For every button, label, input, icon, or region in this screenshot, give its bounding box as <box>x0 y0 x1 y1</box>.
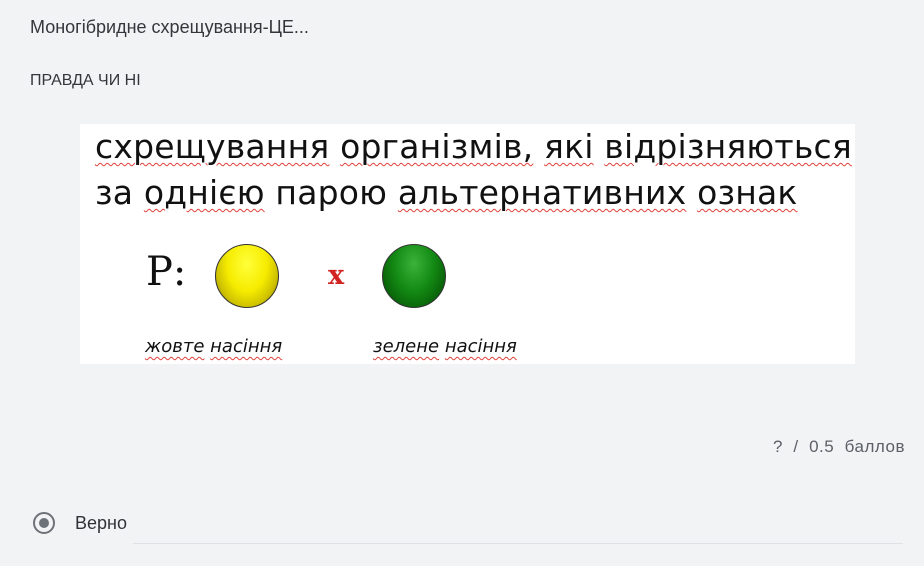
definition-line-2: за однією парою альтернативних ознак <box>95 170 852 216</box>
definition-line-1: схрещування організмів, які відрізняютьс… <box>95 124 852 170</box>
points-display: ? / 0.5 баллов <box>773 437 905 457</box>
points-earned: ? <box>772 437 783 456</box>
radio-selected-dot <box>39 518 49 528</box>
definition-word: відрізняються <box>604 127 852 166</box>
green-seed-icon <box>382 244 446 308</box>
definition-word: організмів, <box>340 127 534 166</box>
radio-button[interactable] <box>33 512 55 534</box>
seed-label-word: насіння <box>210 336 283 357</box>
seed-label-word: жовте <box>145 336 205 357</box>
definition-text: схрещування організмів, які відрізняютьс… <box>95 124 852 216</box>
green-seed-label: зелене насіння <box>373 336 517 357</box>
cross-symbol: х <box>328 260 345 291</box>
yellow-seed-label: жовте насіння <box>145 336 282 357</box>
points-unit: баллов <box>844 437 905 456</box>
seed-label-word: насіння <box>444 336 517 357</box>
definition-word: ознак <box>697 173 798 212</box>
definition-word: альтернативних <box>397 173 687 212</box>
question-image: схрещування організмів, які відрізняютьс… <box>80 124 855 364</box>
definition-word: однією <box>143 173 265 212</box>
answer-option-true[interactable]: Верно <box>30 512 127 534</box>
answer-divider <box>133 543 903 544</box>
definition-word: парою <box>275 173 388 212</box>
points-separator: / <box>793 437 799 456</box>
seed-label-word: зелене <box>373 336 440 357</box>
question-title: Моногібридне схрещування-ЦЕ... <box>30 17 309 37</box>
definition-word: які <box>544 127 594 166</box>
answer-label: Верно <box>75 512 127 533</box>
points-max: 0.5 <box>809 437 835 456</box>
parent-generation-label: Р: <box>146 249 187 295</box>
yellow-seed-icon <box>215 244 279 308</box>
definition-word: за <box>95 173 134 212</box>
definition-word: схрещування <box>95 127 330 166</box>
question-type: ПРАВДА ЧИ НІ <box>30 72 141 89</box>
